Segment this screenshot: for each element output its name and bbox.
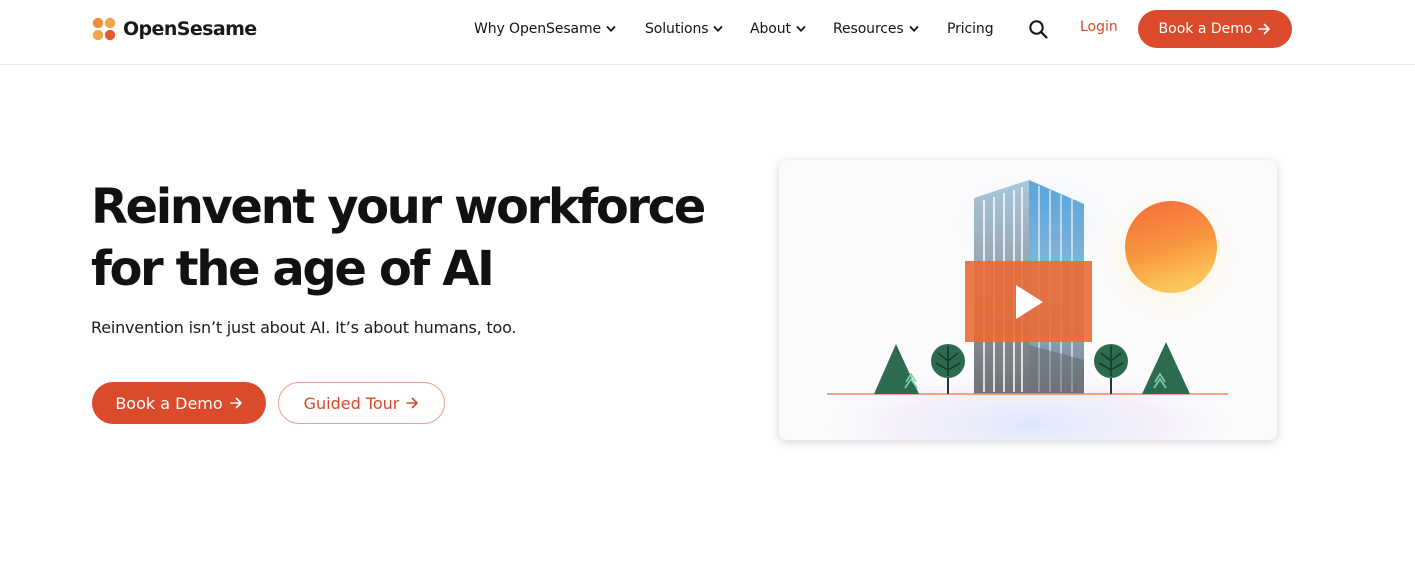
hero-title: Reinvent your workforce for the age of A… (91, 176, 711, 300)
nav-item-solutions[interactable]: Solutions (645, 19, 723, 39)
arrow-right-icon (1258, 23, 1271, 35)
video-play-button[interactable] (965, 261, 1092, 342)
chevron-down-icon (606, 26, 616, 32)
chevron-down-icon (909, 26, 919, 32)
hero-subtitle: Reinvention isn’t just about AI. It’s ab… (91, 318, 517, 337)
nav-item-resources[interactable]: Resources (833, 19, 919, 39)
hero-title-line: Reinvent your workforce (91, 179, 706, 235)
nav-item-pricing[interactable]: Pricing (947, 19, 994, 39)
logo-wordmark: OpenSesame (123, 18, 257, 40)
arrow-right-icon (229, 397, 242, 409)
hero-book-demo-button[interactable]: Book a Demo (92, 382, 266, 424)
guided-tour-label: Guided Tour (303, 393, 400, 413)
site-header: OpenSesame Why OpenSesame Solutions Abou… (0, 0, 1415, 65)
guided-tour-button[interactable]: Guided Tour (278, 382, 445, 424)
nav-item-about[interactable]: About (750, 19, 806, 39)
opensesame-logo-icon (92, 17, 116, 41)
arrow-right-icon (406, 397, 419, 409)
nav-item-label: Resources (833, 21, 904, 37)
login-link[interactable]: Login (1080, 19, 1118, 39)
hero-title-line: for the age of AI (91, 241, 495, 297)
nav-item-label: Pricing (947, 21, 994, 37)
hero-book-demo-label: Book a Demo (115, 393, 223, 413)
chevron-down-icon (714, 26, 723, 32)
header-book-demo-button[interactable]: Book a Demo (1138, 10, 1292, 48)
logo[interactable]: OpenSesame (91, 16, 257, 42)
play-icon (1015, 284, 1043, 319)
hero-video-card[interactable] (779, 160, 1277, 440)
header-book-demo-label: Book a Demo (1158, 21, 1253, 37)
nav-item-label: Solutions (645, 21, 709, 37)
nav-item-label: About (750, 21, 791, 37)
search-button[interactable] (1028, 19, 1049, 40)
nav-item-why-opensesame[interactable]: Why OpenSesame (474, 19, 616, 39)
search-icon (1029, 20, 1048, 39)
chevron-down-icon (796, 26, 806, 32)
nav-item-label: Why OpenSesame (474, 21, 602, 37)
